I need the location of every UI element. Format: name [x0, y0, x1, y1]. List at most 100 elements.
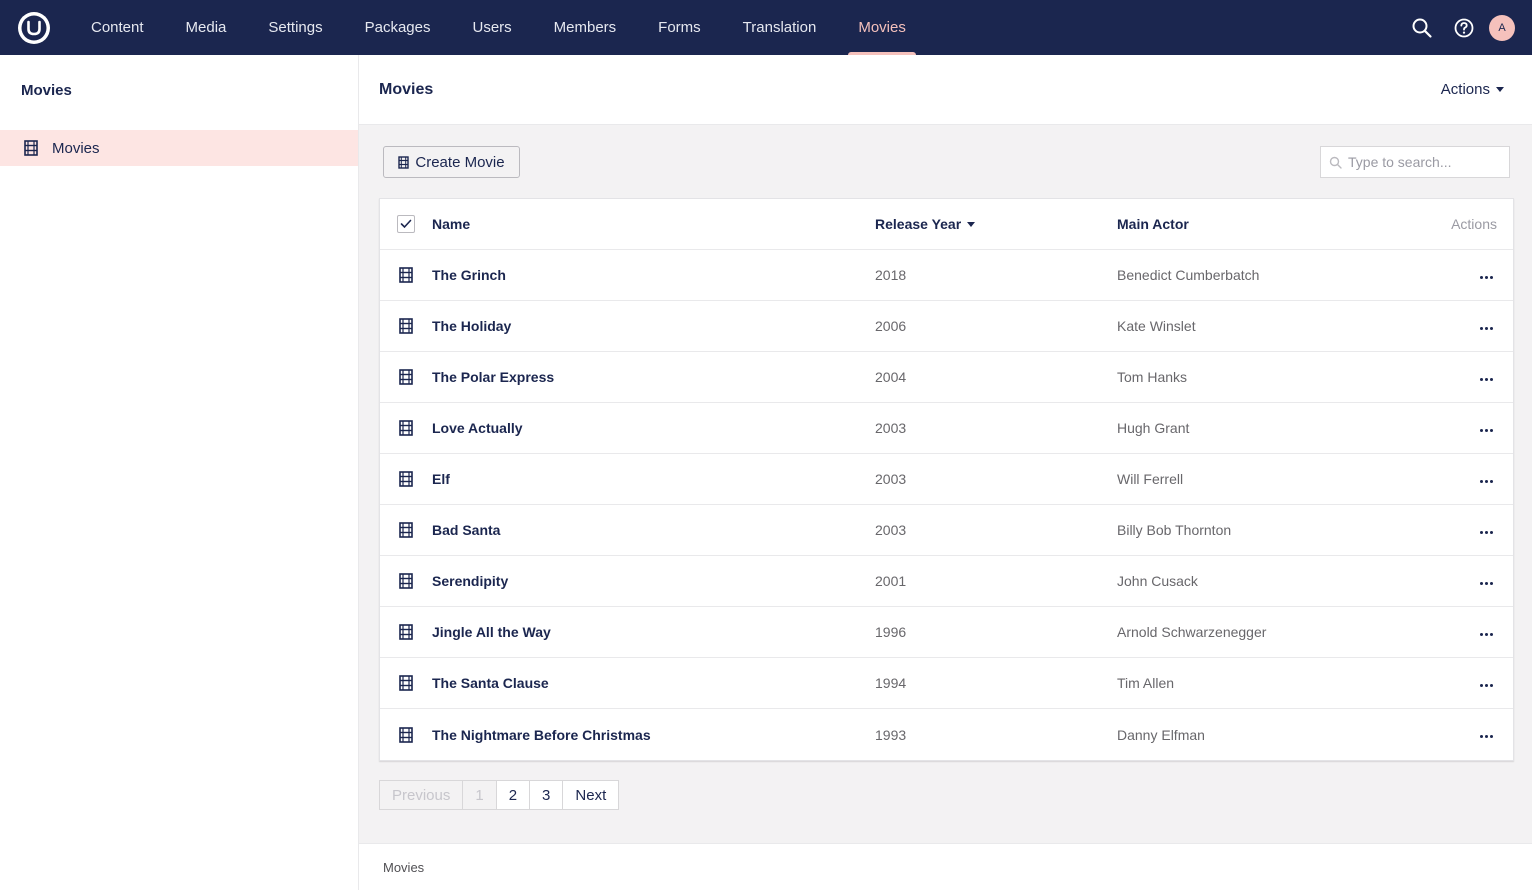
main-header: Movies Actions [359, 55, 1532, 125]
movie-main-actor: Benedict Cumberbatch [1117, 267, 1260, 283]
pagination: Previous 1 2 3 Next [379, 780, 620, 810]
movie-name[interactable]: Jingle All the Way [432, 624, 875, 640]
movie-name[interactable]: Bad Santa [432, 522, 875, 538]
table-row[interactable]: The Grinch 2018 Benedict Cumberbatch [380, 250, 1513, 301]
movie-name[interactable]: The Grinch [432, 267, 875, 283]
movie-main-actor: Hugh Grant [1117, 420, 1190, 436]
film-icon [399, 369, 413, 385]
movie-main-actor: Danny Elfman [1117, 726, 1205, 743]
table-row[interactable]: Jingle All the Way 1996 Arnold Schwarzeneg… [380, 607, 1513, 658]
help-button[interactable] [1443, 7, 1485, 49]
more-actions-icon[interactable] [1476, 474, 1497, 489]
movie-name[interactable]: The Polar Express [432, 369, 875, 385]
film-icon [399, 624, 413, 640]
pagination-page-1[interactable]: 1 [463, 781, 497, 809]
nav-item-media[interactable]: Media [165, 0, 248, 55]
search-button[interactable] [1401, 7, 1443, 49]
actions-label: Actions [1440, 81, 1490, 98]
more-actions-icon[interactable] [1476, 270, 1497, 285]
film-icon [24, 140, 38, 156]
movie-main-actor: Kate Winslet [1117, 318, 1196, 334]
table-row[interactable]: The Nightmare Before Christmas 1993 Danny … [380, 709, 1513, 760]
table-row[interactable]: Bad Santa 2003 Billy Bob Thornton [380, 505, 1513, 556]
column-header-name[interactable]: Name [432, 216, 875, 232]
column-header-actions: Actions [1451, 216, 1497, 232]
film-icon [399, 522, 413, 538]
film-icon [399, 267, 413, 283]
movie-release-year: 2003 [875, 522, 907, 538]
search-box [1320, 146, 1510, 178]
top-navigation-bar: Content Media Settings Packages Users Members… [0, 0, 1532, 55]
search-input[interactable] [1348, 154, 1498, 170]
movie-name[interactable]: The Holiday [432, 318, 875, 334]
table-row[interactable]: Love Actually 2003 Hugh Grant [380, 403, 1513, 454]
film-icon [399, 573, 413, 589]
user-avatar[interactable]: A [1489, 14, 1515, 41]
movie-release-year: 2001 [875, 573, 907, 589]
more-actions-icon[interactable] [1476, 627, 1497, 642]
nav-item-forms[interactable]: Forms [637, 0, 722, 55]
nav-item-packages[interactable]: Packages [344, 0, 452, 55]
nav-item-translation[interactable]: Translation [722, 0, 838, 55]
column-header-release-year-label: Release Year [875, 216, 962, 232]
page-title: Movies [379, 80, 434, 98]
movie-release-year: 1996 [875, 624, 907, 640]
film-icon [399, 675, 413, 691]
film-icon [399, 318, 413, 334]
actions-dropdown[interactable]: Actions [1441, 81, 1504, 98]
sort-descending-icon [967, 221, 976, 227]
movie-release-year: 2003 [875, 420, 907, 436]
more-actions-icon[interactable] [1476, 729, 1497, 744]
pagination-page-2[interactable]: 2 [497, 781, 531, 809]
movie-main-actor: John Cusack [1117, 573, 1198, 589]
select-all-checkbox[interactable] [397, 215, 415, 233]
column-header-release-year[interactable]: Release Year [875, 216, 1117, 232]
movie-main-actor: Tim Allen [1117, 675, 1175, 691]
pagination-previous[interactable]: Previous [380, 781, 464, 809]
table-row[interactable]: The Santa Clause 1994 Tim Allen [380, 658, 1513, 709]
column-header-main-actor[interactable]: Main Actor [1117, 216, 1417, 232]
create-movie-button[interactable]: Create Movie [383, 146, 520, 178]
main-nav: Content Media Settings Packages Users Members… [70, 0, 927, 55]
nav-item-settings[interactable]: Settings [247, 0, 343, 55]
nav-item-content[interactable]: Content [70, 0, 165, 55]
umbraco-logo[interactable] [18, 11, 50, 44]
movie-main-actor: Tom Hanks [1117, 369, 1188, 385]
film-icon [399, 471, 413, 487]
pagination-next[interactable]: Next [563, 781, 618, 809]
table-row[interactable]: Serendipity 2001 John Cusack [380, 556, 1513, 607]
pagination-page-3[interactable]: 3 [530, 781, 564, 809]
footer-breadcrumb: Movies [359, 843, 1532, 890]
more-actions-icon[interactable] [1476, 321, 1497, 336]
search-icon [1329, 156, 1342, 169]
table-row[interactable]: Elf 2003 Will Ferrell [380, 454, 1513, 505]
nav-item-movies[interactable]: Movies [837, 0, 927, 55]
more-actions-icon[interactable] [1476, 423, 1497, 438]
more-actions-icon[interactable] [1476, 678, 1497, 693]
table-row[interactable]: The Polar Express 2004 Tom Hanks [380, 352, 1513, 403]
movie-release-year: 2004 [875, 369, 907, 385]
table-row[interactable]: The Holiday 2006 Kate Winslet [380, 301, 1513, 352]
movies-table: Name Release Year Main Actor Actions The… [379, 198, 1514, 761]
film-icon [399, 726, 413, 743]
nav-item-members[interactable]: Members [533, 0, 638, 55]
movie-release-year: 2003 [875, 471, 907, 487]
more-actions-icon[interactable] [1476, 525, 1497, 540]
movie-main-actor: Will Ferrell [1117, 471, 1184, 487]
tree-item-movies[interactable]: Movies [0, 130, 358, 166]
more-actions-icon[interactable] [1476, 576, 1497, 591]
list-toolbar: Create Movie [383, 146, 1510, 178]
more-actions-icon[interactable] [1476, 372, 1497, 387]
film-icon [399, 420, 413, 436]
movie-name[interactable]: Love Actually [432, 420, 875, 436]
movie-name[interactable]: The Nightmare Before Christmas [432, 727, 875, 743]
table-header: Name Release Year Main Actor Actions [380, 199, 1513, 250]
checkmark-icon [400, 219, 412, 229]
nav-item-users[interactable]: Users [451, 0, 532, 55]
movie-name[interactable]: Serendipity [432, 573, 875, 589]
movie-name[interactable]: Elf [432, 471, 875, 487]
search-icon [1412, 18, 1432, 38]
movie-name[interactable]: The Santa Clause [432, 675, 875, 691]
movie-release-year: 2018 [875, 267, 907, 283]
tree-item-label: Movies [52, 139, 100, 157]
